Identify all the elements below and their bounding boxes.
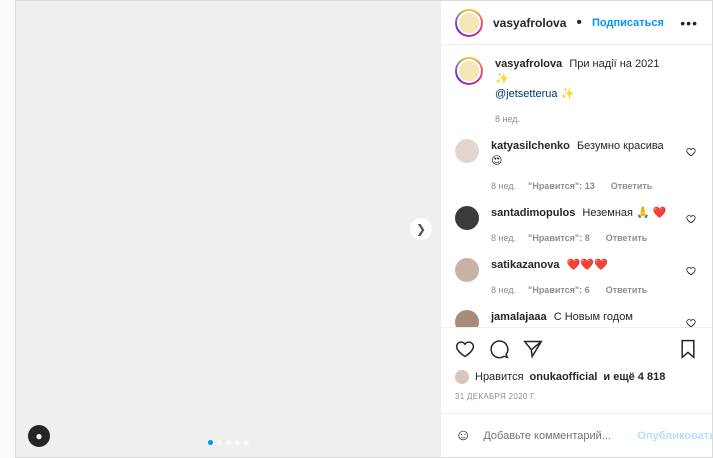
avatar[interactable]: [455, 8, 483, 37]
comment-time: 8 нед.: [491, 285, 517, 295]
comments-list[interactable]: vasyafrolova При надії на 2021 ✨ @jetset…: [441, 45, 712, 327]
comment-likes[interactable]: "Нравится": 8: [528, 231, 590, 246]
avatar[interactable]: [455, 139, 479, 163]
comment-row: santadimopulos Неземная 🙏 ❤️ 8 нед. "Нра…: [455, 206, 698, 246]
caption-username[interactable]: vasyafrolova: [495, 58, 562, 70]
avatar[interactable]: [455, 206, 479, 230]
comment-username[interactable]: santadimopulos: [491, 207, 575, 219]
avatar[interactable]: [455, 310, 479, 327]
caption-mention[interactable]: @jetsetterua ✨: [495, 88, 574, 100]
carousel-dot: [243, 440, 249, 445]
publish-button[interactable]: Опубликовать: [637, 430, 713, 442]
comment-text: ❤️❤️❤️: [566, 259, 608, 271]
next-arrow-icon[interactable]: ❯: [410, 218, 432, 240]
likes-summary[interactable]: Нравится onukaofficial и ещё 4 818: [455, 370, 698, 384]
carousel-dots: [16, 440, 440, 445]
comment-username[interactable]: satikazanova: [491, 259, 559, 271]
post-header: vasyafrolova • Подписаться •••: [441, 1, 712, 45]
author-username[interactable]: vasyafrolova: [493, 16, 566, 30]
heart-icon[interactable]: [686, 266, 696, 276]
comment-text: Неземная 🙏 ❤️: [582, 207, 667, 219]
comment-row: katyasilchenko Безумно красива 😍 8 нед. …: [455, 139, 698, 194]
share-icon[interactable]: [523, 339, 543, 359]
likes-user[interactable]: onukaofficial: [530, 371, 598, 383]
carousel-dot: [234, 440, 240, 445]
more-options-icon[interactable]: •••: [680, 15, 698, 31]
heart-icon[interactable]: [686, 147, 696, 157]
post-card: ❯ ● vasyafrolova • Подписаться ••• vasya…: [15, 0, 713, 458]
post-sidebar: vasyafrolova • Подписаться ••• vasyafrol…: [441, 1, 713, 457]
heart-icon[interactable]: [455, 339, 475, 359]
comment-icon[interactable]: [489, 339, 509, 359]
caption-time: 8 нед.: [495, 114, 521, 124]
media-placeholder: [16, 1, 440, 457]
comment-row: jamalajaaa С Новым годом: [455, 310, 698, 327]
comment-input[interactable]: [483, 429, 626, 442]
avatar[interactable]: [455, 258, 479, 282]
comment-text: С Новым годом: [553, 311, 633, 323]
action-bar: Нравится onukaofficial и ещё 4 818 31 ДЕ…: [441, 327, 712, 401]
comment-username[interactable]: katyasilchenko: [491, 140, 570, 152]
reply-button[interactable]: Ответить: [611, 179, 653, 194]
comment-time: 8 нед.: [491, 233, 517, 243]
comment-likes[interactable]: "Нравится": 13: [528, 179, 595, 194]
caption: vasyafrolova При надії на 2021 ✨ @jetset…: [455, 57, 698, 127]
carousel-dot: [207, 440, 213, 445]
avatar: [455, 370, 469, 384]
emoji-icon[interactable]: ☺: [455, 427, 471, 445]
likes-count[interactable]: и ещё 4 818: [603, 371, 665, 383]
reply-button[interactable]: Ответить: [606, 283, 648, 298]
comment-username[interactable]: jamalajaaa: [491, 311, 547, 323]
post-media: ❯ ●: [16, 1, 441, 457]
comment-likes[interactable]: "Нравится": 6: [528, 283, 590, 298]
carousel-dot: [216, 440, 222, 445]
reply-button[interactable]: Ответить: [606, 231, 648, 246]
post-date: 31 ДЕКАБРЯ 2020 Г.: [455, 392, 537, 401]
follow-button[interactable]: Подписаться: [592, 17, 664, 29]
carousel-dot: [225, 440, 231, 445]
add-comment-bar: ☺ Опубликовать: [441, 413, 713, 457]
comment-time: 8 нед.: [491, 181, 517, 191]
heart-icon[interactable]: [686, 318, 696, 327]
comment-row: satikazanova ❤️❤️❤️ 8 нед. "Нравится": 6…: [455, 258, 698, 298]
bookmark-icon[interactable]: [678, 339, 698, 359]
avatar[interactable]: [455, 57, 483, 85]
heart-icon[interactable]: [686, 214, 696, 224]
